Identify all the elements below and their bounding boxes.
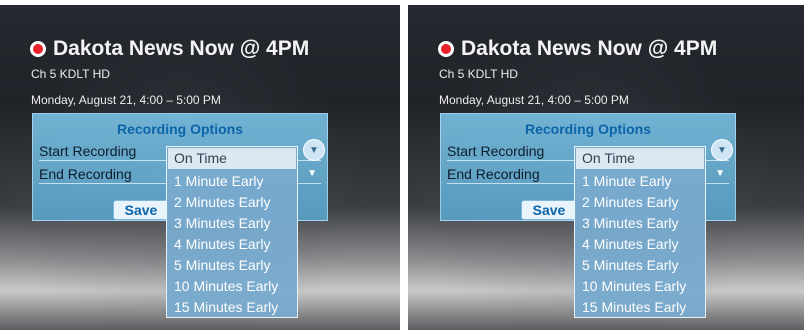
tv-screen-right: Dakota News Now @ 4PM Ch 5 KDLT HD Monda…: [408, 5, 804, 330]
chevron-down-icon[interactable]: ▼: [303, 139, 325, 161]
dropdown-option[interactable]: 3 Minutes Early: [575, 213, 705, 234]
record-dot-icon: [30, 41, 46, 57]
dropdown-option[interactable]: 5 Minutes Early: [575, 255, 705, 276]
dropdown-option[interactable]: 2 Minutes Early: [167, 192, 297, 213]
recording-options-header: Recording Options: [525, 121, 651, 137]
start-recording-label: Start Recording: [447, 143, 545, 159]
dropdown-option[interactable]: 5 Minutes Early: [167, 255, 297, 276]
chevron-down-icon[interactable]: ▼: [715, 168, 725, 179]
channel-info: Ch 5 KDLT HD: [439, 67, 518, 81]
program-title-row: Dakota News Now @ 4PM: [438, 37, 717, 61]
start-recording-dropdown: On Time 1 Minute Early 2 Minutes Early 3…: [166, 146, 298, 318]
dropdown-option[interactable]: 15 Minutes Early: [167, 297, 297, 318]
chevron-down-icon[interactable]: ▼: [307, 168, 317, 179]
channel-info: Ch 5 KDLT HD: [31, 67, 110, 81]
start-recording-dropdown: On Time 1 Minute Early 2 Minutes Early 3…: [574, 146, 706, 318]
dropdown-option[interactable]: 3 Minutes Early: [167, 213, 297, 234]
dropdown-option[interactable]: 4 Minutes Early: [167, 234, 297, 255]
dropdown-selected-option[interactable]: On Time: [576, 148, 704, 169]
end-recording-label: End Recording: [39, 166, 132, 182]
program-title-row: Dakota News Now @ 4PM: [30, 37, 309, 61]
save-button[interactable]: Save: [113, 200, 169, 220]
tv-screen-left: Dakota News Now @ 4PM Ch 5 KDLT HD Monda…: [0, 5, 400, 330]
photo-divider: [400, 0, 408, 335]
recording-options-header: Recording Options: [117, 121, 243, 137]
dropdown-option[interactable]: 1 Minute Early: [575, 171, 705, 192]
record-dot-icon: [438, 41, 454, 57]
dropdown-option[interactable]: 10 Minutes Early: [167, 276, 297, 297]
program-datetime: Monday, August 21, 4:00 – 5:00 PM: [31, 93, 221, 107]
dropdown-option[interactable]: 2 Minutes Early: [575, 192, 705, 213]
end-recording-label: End Recording: [447, 166, 540, 182]
start-recording-label: Start Recording: [39, 143, 137, 159]
dropdown-option[interactable]: 10 Minutes Early: [575, 276, 705, 297]
program-title: Dakota News Now @ 4PM: [461, 37, 718, 60]
dropdown-selected-option[interactable]: On Time: [168, 148, 296, 169]
dropdown-option[interactable]: 15 Minutes Early: [575, 297, 705, 318]
dropdown-option[interactable]: 1 Minute Early: [167, 171, 297, 192]
save-button[interactable]: Save: [521, 200, 577, 220]
chevron-down-icon[interactable]: ▼: [711, 139, 733, 161]
program-title: Dakota News Now @ 4PM: [53, 37, 310, 60]
program-datetime: Monday, August 21, 4:00 – 5:00 PM: [439, 93, 629, 107]
dropdown-option[interactable]: 4 Minutes Early: [575, 234, 705, 255]
